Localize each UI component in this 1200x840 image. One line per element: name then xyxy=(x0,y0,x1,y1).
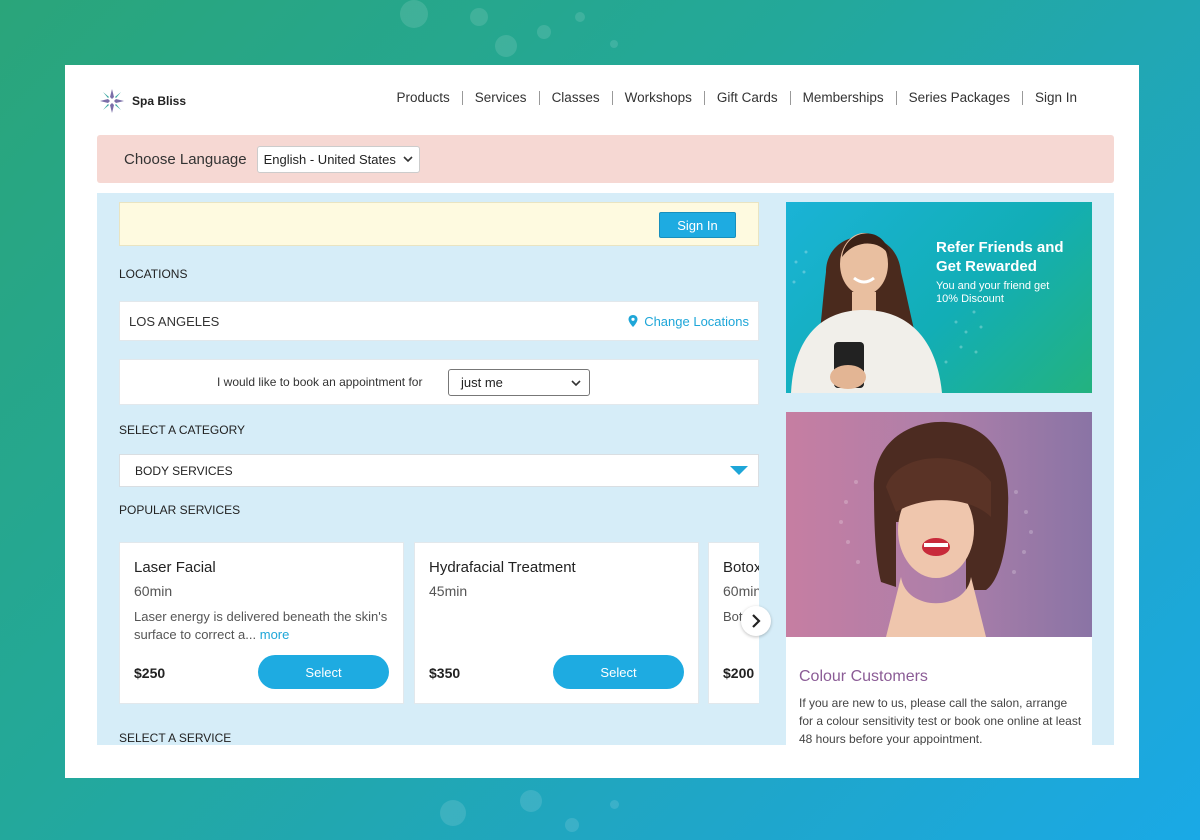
location-field: LOS ANGELES Change Locations xyxy=(119,301,759,341)
colour-customers-card: Colour Customers If you are new to us, p… xyxy=(786,412,1092,745)
more-link[interactable]: more xyxy=(260,627,290,642)
signin-button[interactable]: Sign In xyxy=(659,212,736,238)
service-description: Laser energy is delivered beneath the sk… xyxy=(134,608,396,644)
select-button[interactable]: Select xyxy=(258,655,389,689)
service-duration: 60min xyxy=(723,583,759,599)
brand-name: Spa Bliss xyxy=(132,94,187,108)
select-button[interactable]: Select xyxy=(553,655,684,689)
select-service-label: SELECT A SERVICE xyxy=(119,731,232,745)
service-price: $250 xyxy=(134,665,166,681)
category-select[interactable]: BODY SERVICES xyxy=(119,454,759,487)
service-title: Hydrafacial Treatment xyxy=(429,559,576,576)
nav-services[interactable]: Services xyxy=(461,91,539,105)
colour-hero-image xyxy=(786,412,1092,637)
carousel-next-button[interactable] xyxy=(741,606,771,636)
caret-down-icon xyxy=(730,466,748,475)
nav-workshops[interactable]: Workshops xyxy=(611,91,704,105)
service-card: Laser Facial 60min Laser energy is deliv… xyxy=(119,542,404,704)
change-locations-link[interactable]: Change Locations xyxy=(628,314,749,329)
chevron-right-icon xyxy=(752,614,761,628)
service-title: Laser Facial xyxy=(134,559,216,576)
nav-series-packages[interactable]: Series Packages xyxy=(895,91,1022,105)
appointment-for-label: I would like to book an appointment for xyxy=(217,375,423,389)
nav-classes[interactable]: Classes xyxy=(538,91,612,105)
nav-memberships[interactable]: Memberships xyxy=(789,91,896,105)
appointment-for-row: I would like to book an appointment for … xyxy=(119,359,759,405)
popular-services-label: POPULAR SERVICES xyxy=(119,503,241,517)
nav-gift-cards[interactable]: Gift Cards xyxy=(703,91,790,105)
signin-banner: Sign In xyxy=(119,202,759,246)
service-title: Botox xyxy=(723,559,759,576)
service-duration: 60min xyxy=(134,583,173,599)
chevron-down-icon xyxy=(571,379,581,386)
promo-title: Refer Friends and Get Rewarded xyxy=(936,239,1064,275)
location-name: LOS ANGELES xyxy=(129,313,220,329)
appointment-for-select[interactable]: just me xyxy=(448,369,590,396)
appointment-for-selected: just me xyxy=(461,375,503,390)
main-nav: Products Services Classes Workshops Gift… xyxy=(385,91,1077,105)
language-select[interactable]: English - United States xyxy=(256,145,420,173)
service-price: $350 xyxy=(429,665,461,681)
service-price: $200 xyxy=(723,665,755,681)
refer-friends-banner[interactable]: Refer Friends and Get Rewarded You and y… xyxy=(786,202,1092,393)
colour-card-text: If you are new to us, please call the sa… xyxy=(799,696,1082,745)
service-duration: 45min xyxy=(429,583,468,599)
locations-label: LOCATIONS xyxy=(119,267,188,281)
category-label: SELECT A CATEGORY xyxy=(119,423,246,437)
language-selected: English - United States xyxy=(263,151,396,167)
language-label: Choose Language xyxy=(124,150,247,168)
nav-products[interactable]: Products xyxy=(385,91,462,105)
nav-sign-in[interactable]: Sign In xyxy=(1021,91,1077,105)
booking-panel: Sign In LOCATIONS LOS ANGELES Change Loc… xyxy=(97,193,1114,745)
colour-card-title: Colour Customers xyxy=(799,668,928,685)
brand-logo[interactable]: Spa Bliss xyxy=(98,87,186,115)
app-window: Spa Bliss Products Services Classes Work… xyxy=(65,65,1139,778)
woman-portrait-image xyxy=(839,421,1033,637)
chevron-down-icon xyxy=(403,156,413,163)
lotus-logo-icon xyxy=(100,89,124,113)
category-selected: BODY SERVICES xyxy=(135,463,233,478)
change-locations-label: Change Locations xyxy=(644,313,749,329)
service-card: Hydrafacial Treatment 45min $350 Select xyxy=(414,542,699,704)
map-pin-icon xyxy=(628,315,638,327)
services-carousel: Laser Facial 60min Laser energy is deliv… xyxy=(119,542,759,704)
header: Spa Bliss Products Services Classes Work… xyxy=(65,65,1139,135)
language-bar: Choose Language English - United States xyxy=(97,135,1114,183)
promo-subtitle: You and your friend get 10% Discount xyxy=(936,280,1050,305)
